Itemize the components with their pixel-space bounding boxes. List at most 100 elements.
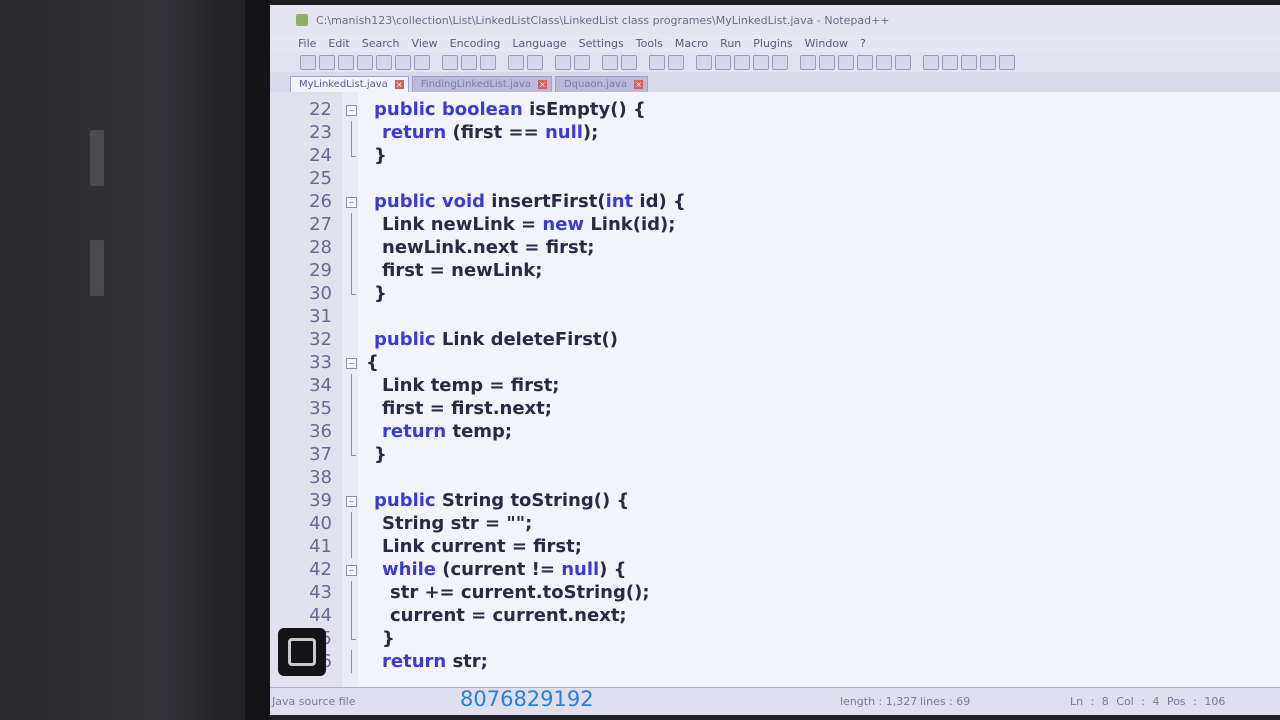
menu-item-plugins[interactable]: Plugins <box>753 37 792 50</box>
tab-file[interactable]: FindingLinkedList.java × <box>411 76 552 92</box>
toolbar-button[interactable] <box>480 54 496 70</box>
toolbar-button[interactable] <box>923 54 939 70</box>
menu-item-tools[interactable]: Tools <box>636 37 663 50</box>
close-icon[interactable]: × <box>634 80 644 89</box>
tab-file[interactable]: MyLinkedList.java × <box>290 76 409 92</box>
toolbar-button[interactable] <box>838 54 854 70</box>
toolbar <box>270 52 1280 72</box>
toolbar-button[interactable] <box>395 54 411 70</box>
code-token: first = newLink; <box>382 260 543 281</box>
toolbar-button[interactable] <box>357 54 373 70</box>
toolbar-button[interactable] <box>621 54 637 70</box>
fold-line-marker <box>351 121 352 144</box>
bezel-mark <box>90 130 104 186</box>
toolbar-button[interactable] <box>753 54 769 70</box>
menu-item-window[interactable]: Window <box>805 37 848 50</box>
toolbar-button[interactable] <box>668 54 684 70</box>
menu-item-help[interactable]: ? <box>860 37 866 50</box>
line-number: 22 <box>309 99 332 120</box>
keyword-token: null <box>561 559 600 580</box>
menu-item-view[interactable]: View <box>412 37 438 50</box>
code-text: Link current = first; <box>382 535 582 558</box>
toolbar-button[interactable] <box>800 54 816 70</box>
toolbar-button[interactable] <box>715 54 731 70</box>
line-number: 35 <box>309 398 332 419</box>
fold-end-marker <box>351 282 352 294</box>
fold-collapse-icon[interactable]: − <box>346 496 357 507</box>
code-text: Link temp = first; <box>382 374 560 397</box>
code-token: ) { <box>599 559 627 580</box>
toolbar-button[interactable] <box>508 54 524 70</box>
code-line: 22 − public boolean isEmpty() { <box>270 98 1280 121</box>
code-text: } <box>382 627 395 650</box>
toolbar-button[interactable] <box>649 54 665 70</box>
code-line: 44 current = current.next; <box>270 604 1280 627</box>
status-bar: Java source file length : 1,327 lines : … <box>270 687 1280 715</box>
toolbar-button[interactable] <box>942 54 958 70</box>
menu-item-search[interactable]: Search <box>362 37 400 50</box>
toolbar-button[interactable] <box>819 54 835 70</box>
toolbar-button[interactable] <box>442 54 458 70</box>
menu-item-run[interactable]: Run <box>720 37 741 50</box>
code-token: temp; <box>452 421 513 442</box>
menu-item-encoding[interactable]: Encoding <box>450 37 501 50</box>
toolbar-button[interactable] <box>338 54 354 70</box>
code-line: 32 public Link deleteFirst() <box>270 328 1280 351</box>
fold-collapse-icon[interactable]: − <box>346 105 357 116</box>
fold-collapse-icon[interactable]: − <box>346 358 357 369</box>
toolbar-button[interactable] <box>857 54 873 70</box>
fold-end-marker <box>351 443 352 455</box>
code-line: 28 newLink.next = first; <box>270 236 1280 259</box>
toolbar-button[interactable] <box>772 54 788 70</box>
toolbar-button[interactable] <box>980 54 996 70</box>
toolbar-button[interactable] <box>696 54 712 70</box>
fold-end-marker <box>351 144 352 156</box>
toolbar-button[interactable] <box>602 54 618 70</box>
fold-line-marker <box>351 420 352 443</box>
code-token: newLink.next = first; <box>382 237 595 258</box>
menu-item-file[interactable]: File <box>298 37 316 50</box>
fold-line-marker <box>351 650 352 673</box>
toolbar-button[interactable] <box>734 54 750 70</box>
code-line: 24} <box>270 144 1280 167</box>
status-file-type: Java source file <box>272 695 356 708</box>
code-editor[interactable]: 22 − public boolean isEmpty() {23 return (f… <box>270 92 1280 688</box>
fold-collapse-icon[interactable]: − <box>346 565 357 576</box>
toolbar-button[interactable] <box>999 54 1015 70</box>
toolbar-button[interactable] <box>461 54 477 70</box>
menu-item-macro[interactable]: Macro <box>675 37 708 50</box>
line-number: 30 <box>309 283 332 304</box>
code-line: 26 − public void insertFirst(int id) { <box>270 190 1280 213</box>
keyword-token: int <box>605 191 640 212</box>
code-line: 33 −{ <box>270 351 1280 374</box>
toolbar-button[interactable] <box>376 54 392 70</box>
close-icon[interactable]: × <box>537 80 547 89</box>
code-text: public void insertFirst(int id) { <box>374 190 686 213</box>
toolbar-button[interactable] <box>300 54 316 70</box>
menu-item-settings[interactable]: Settings <box>579 37 624 50</box>
fold-line-marker <box>351 604 352 627</box>
toolbar-button[interactable] <box>876 54 892 70</box>
toolbar-button[interactable] <box>555 54 571 70</box>
toolbar-button[interactable] <box>574 54 590 70</box>
toolbar-button[interactable] <box>527 54 543 70</box>
close-icon[interactable]: × <box>394 80 404 89</box>
tab-file[interactable]: Dquaon.java × <box>554 76 649 92</box>
toolbar-button[interactable] <box>319 54 335 70</box>
toolbar-button[interactable] <box>895 54 911 70</box>
menu-item-edit[interactable]: Edit <box>328 37 349 50</box>
line-number: 27 <box>309 214 332 235</box>
fold-collapse-icon[interactable]: − <box>346 197 357 208</box>
fold-line-marker <box>351 259 352 282</box>
keyword-token: return <box>382 421 453 442</box>
code-text: } <box>374 282 387 305</box>
toolbar-button[interactable] <box>961 54 977 70</box>
toolbar-button[interactable] <box>414 54 430 70</box>
fold-line-marker <box>351 374 352 397</box>
fold-end-tick <box>351 294 356 295</box>
notepadpp-icon <box>296 14 308 26</box>
code-line: 43 str += current.toString(); <box>270 581 1280 604</box>
menu-item-language[interactable]: Language <box>512 37 566 50</box>
line-number: 23 <box>309 122 332 143</box>
code-token: String toString() { <box>441 490 630 511</box>
